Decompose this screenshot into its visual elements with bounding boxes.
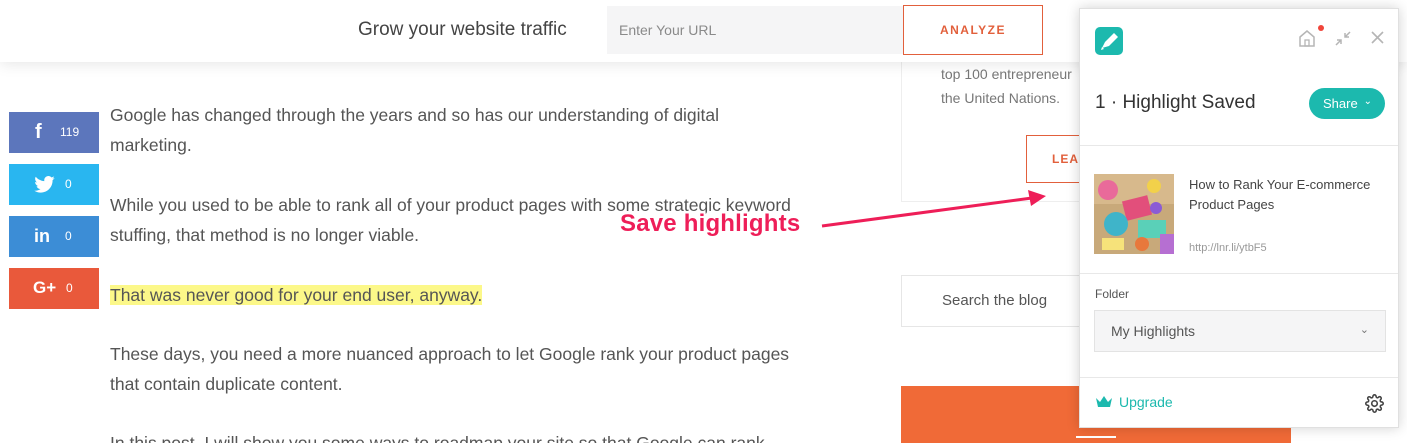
home-icon[interactable]	[1298, 29, 1316, 48]
logo-icon	[1095, 27, 1123, 55]
chevron-down-icon: ⌄	[1363, 96, 1372, 107]
linkedin-share-count: 0	[65, 229, 72, 243]
twitter-share-count: 0	[65, 177, 72, 191]
topbar-title: Grow your website traffic	[358, 19, 567, 40]
google-plus-icon: G+	[33, 278, 57, 297]
panel-divider	[1080, 273, 1398, 274]
folder-select[interactable]: My Highlights ⌄	[1094, 310, 1386, 352]
annotation-label: Save highlights	[620, 210, 801, 237]
google-plus-share-count: 0	[66, 281, 73, 295]
chevron-down-icon: ⌄	[1359, 324, 1369, 336]
collapse-icon[interactable]	[1334, 30, 1352, 47]
facebook-share-button[interactable]: f 119	[9, 112, 99, 153]
saved-article-title[interactable]: How to Rank Your E-commerce Product Page…	[1189, 175, 1389, 215]
gear-icon[interactable]	[1365, 394, 1384, 413]
panel-title: 1 · Highlight Saved	[1095, 92, 1256, 113]
crown-icon	[1096, 396, 1112, 407]
article-paragraph: In this post, I will show you some ways …	[110, 433, 765, 443]
blog-search-input[interactable]: Search the blog	[901, 275, 1081, 327]
highlighted-text[interactable]: That was never good for your end user, a…	[110, 285, 483, 305]
notification-dot	[1318, 25, 1324, 31]
share-dropdown-button[interactable]: Share ⌄	[1309, 88, 1385, 119]
article-thumbnail[interactable]	[1094, 174, 1174, 254]
facebook-share-count: 119	[60, 125, 80, 139]
twitter-share-button[interactable]: 0	[9, 164, 99, 205]
analyze-button[interactable]: ANALYZE	[903, 5, 1043, 55]
google-plus-share-button[interactable]: G+ 0	[9, 268, 99, 309]
saved-article-link[interactable]: http://lnr.li/ytbF5	[1189, 242, 1267, 254]
panel-divider	[1080, 145, 1398, 146]
learn-more-button[interactable]: LEA	[1026, 135, 1086, 183]
cta-underline	[1076, 436, 1116, 438]
folder-value: My Highlights	[1111, 323, 1196, 339]
sidebar-promo-text: top 100 entrepreneur the United Nations.	[941, 66, 1072, 106]
linkedin-share-button[interactable]: in 0	[9, 216, 99, 257]
close-icon[interactable]	[1370, 30, 1385, 45]
share-label: Share	[1323, 96, 1358, 111]
panel-divider	[1080, 377, 1398, 378]
linkedin-icon: in	[34, 226, 50, 246]
folder-label: Folder	[1095, 287, 1130, 301]
upgrade-label: Upgrade	[1119, 394, 1173, 410]
twitter-icon	[34, 176, 55, 199]
article-paragraph-highlighted: That was never good for your end user, a…	[110, 280, 800, 310]
highlight-extension-panel: 1 · Highlight Saved Share ⌄ How to Rank …	[1079, 8, 1399, 428]
url-input[interactable]	[607, 6, 903, 54]
article-paragraph: Google has changed through the years and…	[110, 105, 720, 155]
article-paragraph: These days, you need a more nuanced appr…	[110, 344, 790, 394]
facebook-icon: f	[35, 121, 42, 143]
